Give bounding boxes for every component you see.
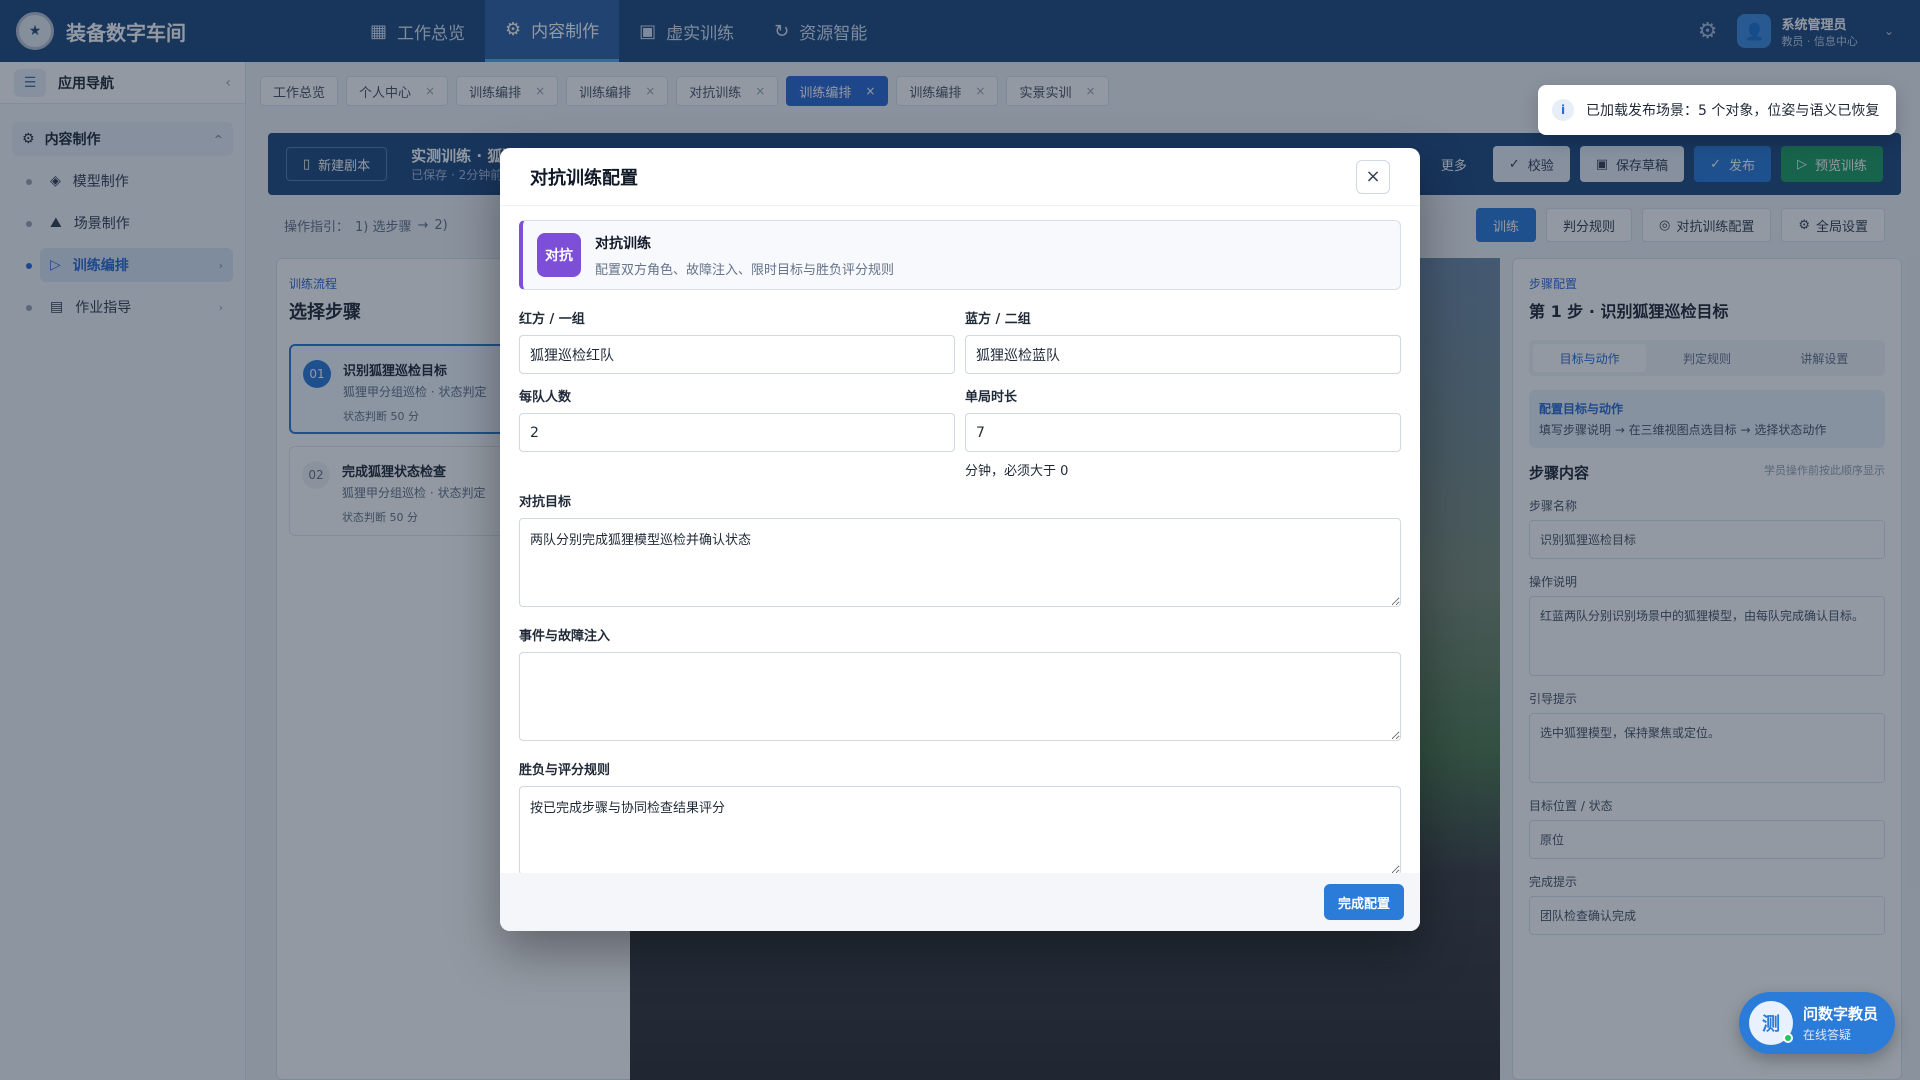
red-team-label: 红方 / 一组 <box>519 312 585 327</box>
assistant-bubble[interactable]: 测 问数字教员 在线答疑 <box>1739 992 1895 1054</box>
assistant-avatar-text: 测 <box>1762 1014 1780 1035</box>
duration-input[interactable] <box>965 413 1401 452</box>
events-field: 事件与故障注入 <box>519 625 1401 745</box>
close-button[interactable]: × <box>1356 159 1390 194</box>
modal-header: 对抗训练配置 × <box>500 148 1420 206</box>
modal-footer: 完成配置 <box>500 873 1420 931</box>
finish-config-button[interactable]: 完成配置 <box>1323 884 1404 920</box>
modal-body: 对抗 对抗训练 配置双方角色、故障注入、限时目标与胜负评分规则 红方 / 一组 … <box>500 206 1420 879</box>
adversarial-config-modal: 对抗训练配置 × 对抗 对抗训练 配置双方角色、故障注入、限时目标与胜负评分规则… <box>500 148 1420 931</box>
toast-text: 已加载发布场景：5 个对象，位姿与语义已恢复 <box>1586 103 1880 119</box>
duration-label: 单局时长 <box>965 390 1018 405</box>
blue-team-input[interactable] <box>965 335 1401 374</box>
goal-field: 对抗目标 两队分别完成狐狸模型巡检并确认状态 <box>519 491 1401 611</box>
assistant-name: 问数字教员 <box>1803 1005 1879 1023</box>
events-textarea[interactable] <box>519 652 1401 741</box>
rules-field: 胜负与评分规则 按已完成步骤与协同检查结果评分 <box>519 759 1401 879</box>
mode-card: 对抗 对抗训练 配置双方角色、故障注入、限时目标与胜负评分规则 <box>519 220 1401 290</box>
rules-label: 胜负与评分规则 <box>519 763 611 778</box>
info-icon: i <box>1552 99 1574 121</box>
team-fields: 红方 / 一组 蓝方 / 二组 <box>519 308 1401 374</box>
mode-badge: 对抗 <box>537 233 581 277</box>
assistant-avatar: 测 <box>1749 1001 1793 1045</box>
rules-textarea[interactable]: 按已完成步骤与协同检查结果评分 <box>519 786 1401 875</box>
online-dot <box>1783 1033 1793 1043</box>
red-team-input[interactable] <box>519 335 955 374</box>
goal-label: 对抗目标 <box>519 495 572 510</box>
toast-notification: i 已加载发布场景：5 个对象，位姿与语义已恢复 <box>1538 85 1896 135</box>
close-icon: × <box>1365 166 1381 187</box>
blue-team-label: 蓝方 / 二组 <box>965 312 1031 327</box>
size-duration-fields: 每队人数 单局时长 分钟，必须大于 0 <box>519 386 1401 479</box>
mode-desc: 配置双方角色、故障注入、限时目标与胜负评分规则 <box>595 262 895 278</box>
team-size-input[interactable] <box>519 413 955 452</box>
duration-hint: 分钟，必须大于 0 <box>965 464 1069 479</box>
goal-textarea[interactable]: 两队分别完成狐狸模型巡检并确认状态 <box>519 518 1401 607</box>
team-size-label: 每队人数 <box>519 390 572 405</box>
modal-title: 对抗训练配置 <box>530 167 638 189</box>
assistant-status: 在线答疑 <box>1803 1028 1852 1042</box>
events-label: 事件与故障注入 <box>519 629 611 644</box>
mode-name: 对抗训练 <box>595 235 651 252</box>
